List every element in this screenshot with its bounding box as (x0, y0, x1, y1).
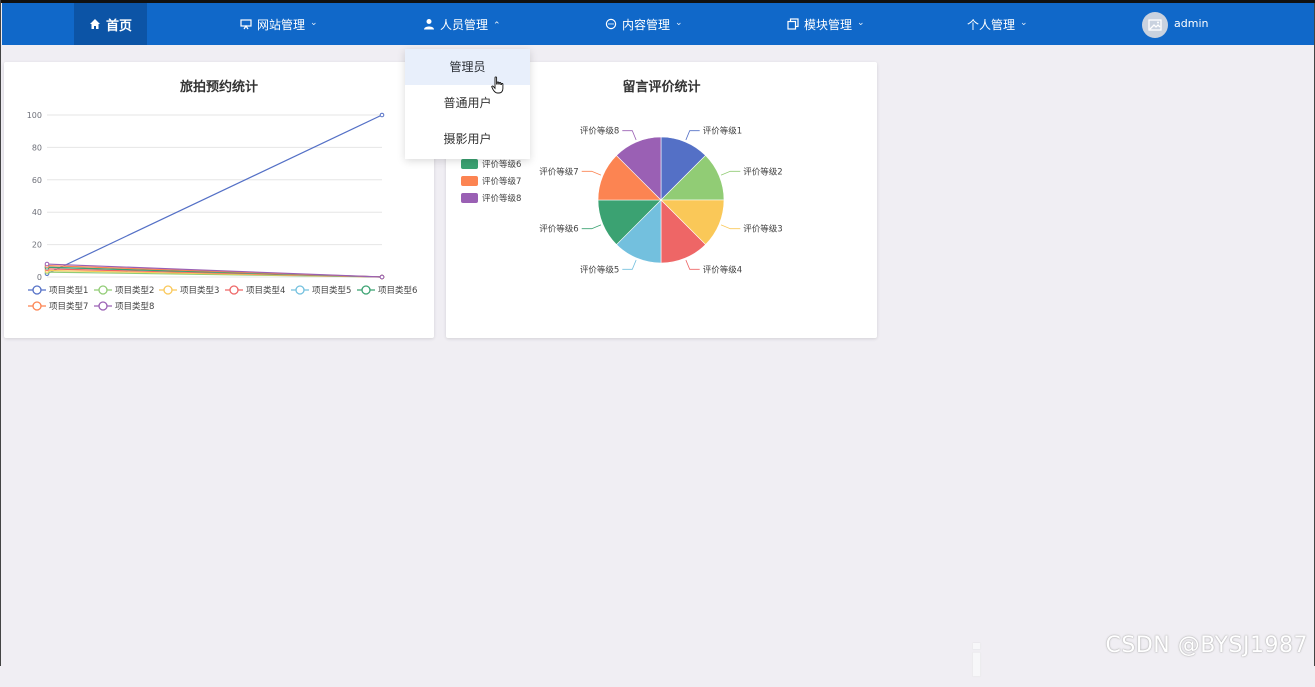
line-chart: 0 20 40 60 80 100 项目类型1 项目类型2 项目类型3 项目类型4 项目类型5 项目类… (27, 111, 418, 312)
slice-label: 评价等级2 (743, 166, 782, 177)
nav-label: 个人管理 (967, 17, 1016, 32)
label-line (581, 170, 602, 176)
label-line (581, 224, 602, 230)
legend-label: 评价等级8 (482, 193, 521, 204)
series-line (46, 114, 383, 275)
data-point (44, 261, 50, 267)
user-icon (424, 19, 434, 30)
legend-label: 评价等级6 (482, 159, 521, 170)
username[interactable]: admin (1174, 3, 1208, 45)
legend-swatch (461, 176, 478, 186)
nav-personal-management[interactable]: 个人管理 ⌄ (967, 3, 1028, 45)
faint-watermark: i (969, 636, 991, 687)
label-line (720, 224, 741, 230)
personnel-dropdown-menu: 管理员 普通用户 摄影用户 (405, 49, 530, 159)
nav-content-management[interactable]: 内容管理 ⌄ (605, 3, 683, 45)
nav-label: 网站管理 (257, 17, 306, 32)
legend-label: 项目类型3 (180, 285, 219, 296)
nav-label: 内容管理 (622, 17, 671, 32)
nav-home[interactable]: 首页 (74, 3, 147, 45)
legend-marker (295, 285, 305, 295)
legend-label: 项目类型6 (378, 285, 417, 296)
chevron-down-icon: ⌄ (675, 18, 683, 28)
nav-label: 模块管理 (804, 17, 853, 32)
legend-marker (98, 285, 108, 295)
chevron-down-icon: ⌄ (310, 18, 318, 28)
legend-swatch (461, 193, 478, 203)
nav-label: 人员管理 (440, 17, 489, 32)
slice-label: 评价等级1 (703, 126, 742, 137)
slice-label: 评价等级8 (580, 126, 619, 137)
legend-label: 评价等级7 (482, 176, 521, 187)
image-icon (1148, 19, 1162, 31)
legend-marker (98, 301, 108, 311)
label-line (622, 130, 637, 141)
legend-label: 项目类型8 (115, 301, 154, 312)
data-point (379, 112, 385, 118)
legend-marker (361, 285, 371, 295)
y-tick-label: 80 (32, 143, 42, 152)
top-navbar: 首页 网站管理 ⌄ 人员管理 ⌃ 内容管理 ⌄ 模块管理 ⌄ 个人管理 ⌄ ad… (2, 3, 1314, 45)
label-line (685, 259, 700, 270)
slice-label: 评价等级4 (703, 264, 742, 275)
booking-stats-card: 旅拍预约统计 0 20 40 60 80 100 项目类型1 项目类型2 项目类型3 项目类型4 项… (4, 62, 434, 338)
hand-cursor-icon (491, 76, 504, 94)
chevron-down-icon: ⌄ (1020, 18, 1028, 28)
label-line (622, 259, 637, 270)
chevron-down-icon: ⌄ (857, 18, 865, 28)
legend-swatch (461, 159, 478, 169)
y-tick-label: 60 (32, 176, 42, 185)
nav-personnel-management[interactable]: 人员管理 ⌃ (423, 3, 501, 45)
home-icon (89, 19, 100, 29)
data-point (379, 274, 385, 280)
copy-icon (787, 18, 799, 30)
menu-item-normal-user[interactable]: 普通用户 (405, 85, 530, 121)
y-tick-label: 0 (37, 273, 42, 282)
legend-marker (32, 301, 42, 311)
legend-label: 项目类型2 (115, 285, 154, 296)
menu-item-photographer[interactable]: 摄影用户 (405, 121, 530, 157)
legend-label: 项目类型5 (312, 285, 351, 296)
legend-label: 项目类型4 (246, 285, 285, 296)
slice-label: 评价等级6 (539, 224, 578, 235)
nav-website-management[interactable]: 网站管理 ⌄ (240, 3, 318, 45)
monitor-icon (240, 19, 252, 30)
avatar[interactable] (1142, 12, 1168, 38)
nav-module-management[interactable]: 模块管理 ⌄ (787, 3, 865, 45)
csdn-watermark: CSDN @BYSJ1987 (1105, 633, 1308, 658)
legend-marker (32, 285, 42, 295)
y-tick-label: 40 (32, 208, 42, 217)
legend-label: 项目类型1 (49, 285, 88, 296)
y-tick-label: 100 (27, 111, 42, 120)
slice-label: 评价等级5 (580, 264, 619, 275)
label-line (685, 130, 700, 141)
legend-label: 项目类型7 (49, 301, 88, 312)
label-line (720, 170, 741, 176)
slice-label: 评价等级3 (743, 224, 782, 235)
legend-marker (163, 285, 173, 295)
nav-home-label: 首页 (105, 18, 132, 34)
chat-icon (605, 18, 617, 30)
y-tick-label: 20 (32, 241, 42, 250)
chevron-up-icon: ⌃ (493, 21, 501, 31)
slice-label: 评价等级7 (539, 166, 578, 177)
legend-marker (229, 285, 239, 295)
menu-item-admin[interactable]: 管理员 (405, 49, 530, 85)
